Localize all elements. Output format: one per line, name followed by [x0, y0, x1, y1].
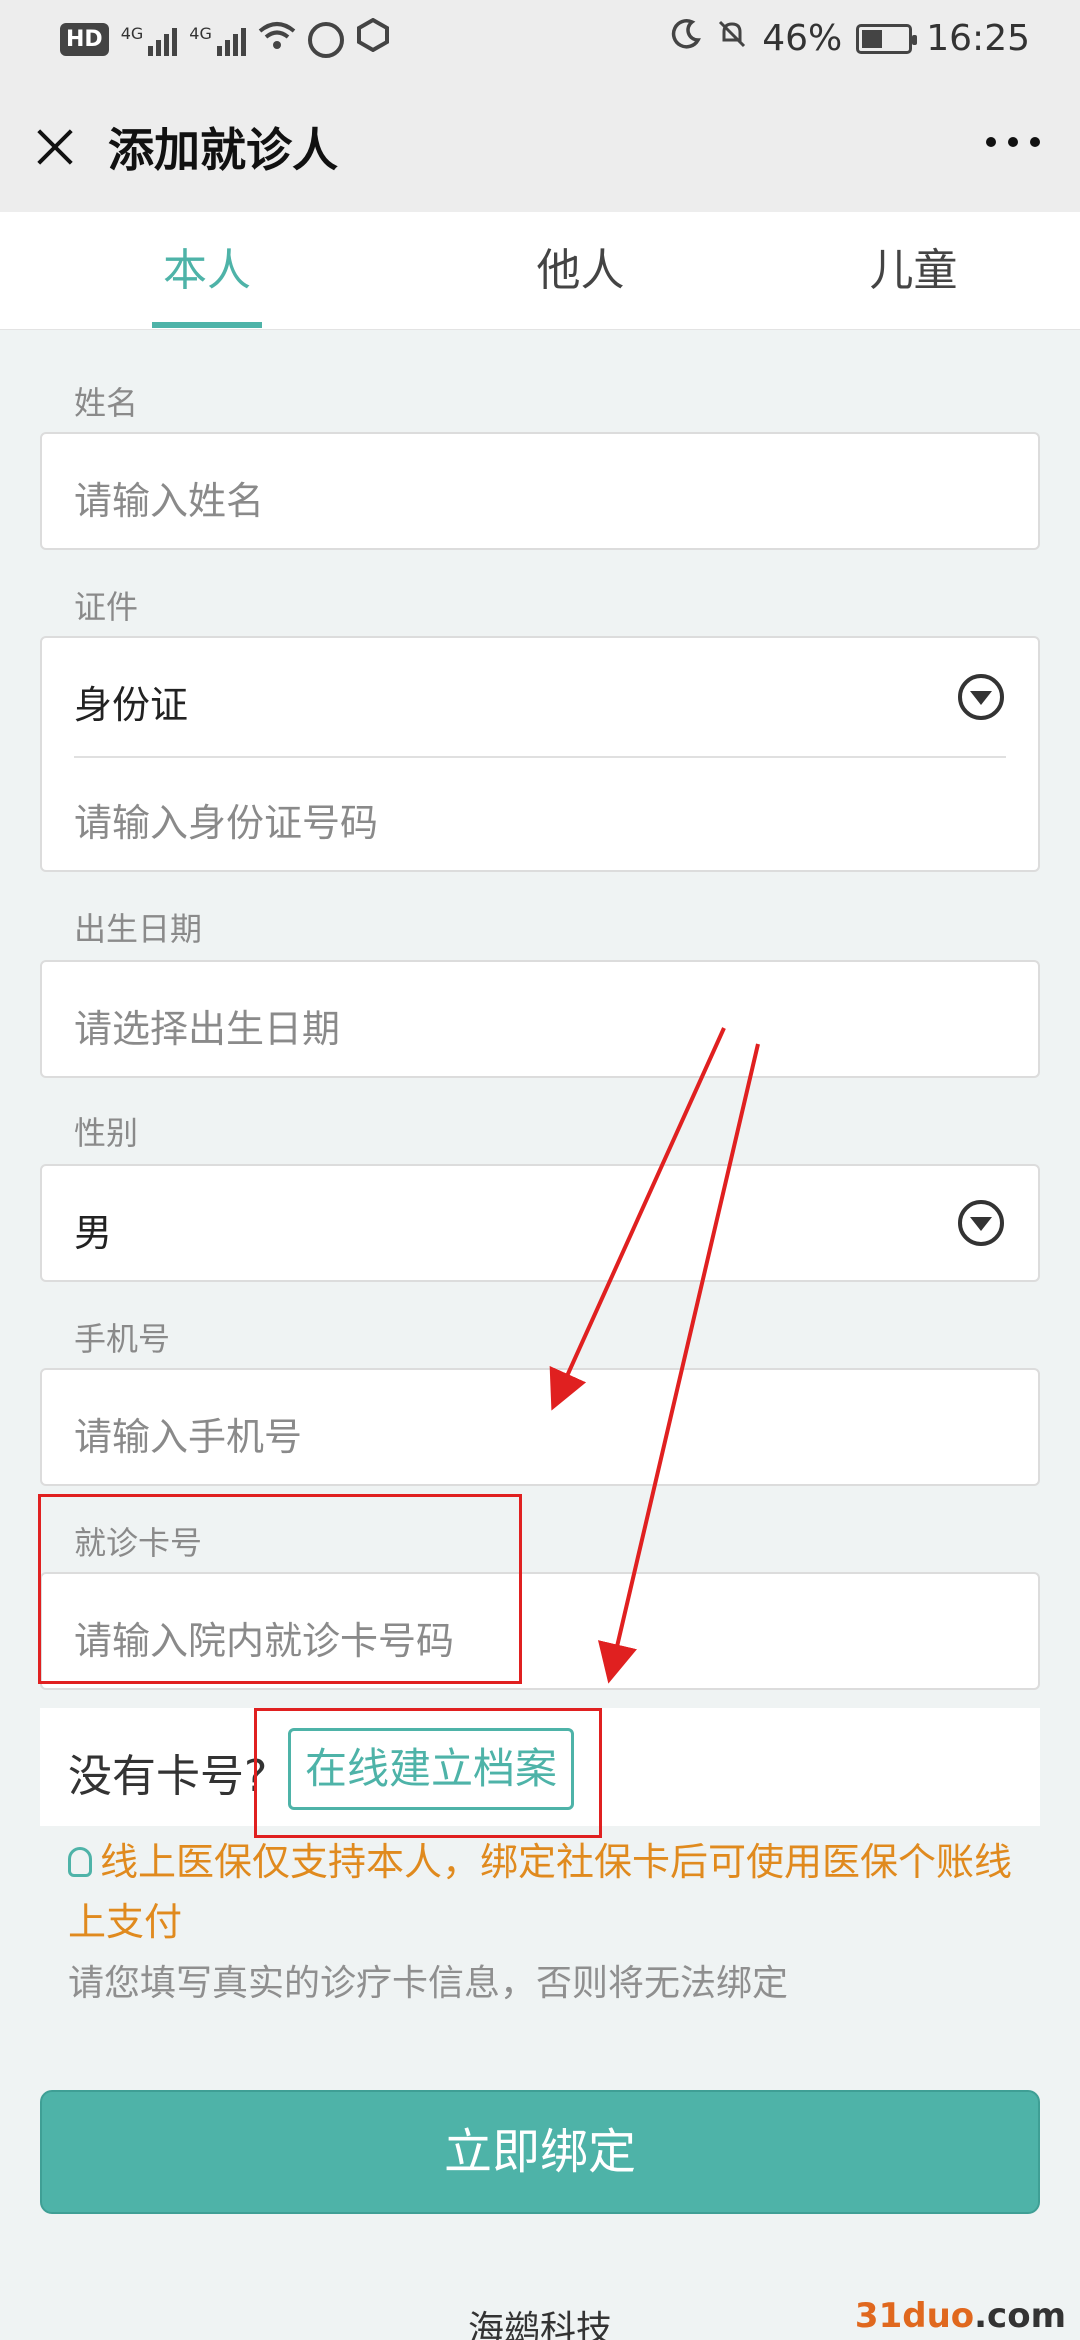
id-number-placeholder: 请输入身份证号码 [74, 801, 379, 845]
id-label: 证件 [74, 588, 139, 626]
close-icon[interactable] [30, 122, 80, 172]
title-bar: 添加就诊人 [0, 82, 1080, 212]
name-placeholder: 请输入姓名 [74, 479, 265, 523]
status-bar: HD 4G 4G 46% 16:25 [0, 0, 1080, 82]
more-menu-icon[interactable] [986, 137, 1040, 147]
name-field[interactable]: 请输入姓名 [40, 432, 1040, 550]
page-title: 添加就诊人 [108, 123, 338, 177]
name-label: 姓名 [74, 384, 139, 422]
wifi-icon [258, 19, 296, 60]
battery-percent: 46% [762, 18, 843, 59]
hand-icon [356, 17, 390, 61]
battery-icon [856, 23, 918, 54]
info-hint: 请您填写真实的诊疗卡信息，否则将无法绑定 [68, 1963, 789, 2004]
chevron-down-icon [958, 1200, 1004, 1246]
tab-others[interactable]: 他人 [414, 212, 747, 329]
hd-indicator: HD [60, 23, 109, 56]
chevron-down-icon [958, 674, 1004, 720]
gender-select[interactable]: 男 [40, 1164, 1040, 1282]
birth-placeholder: 请选择出生日期 [74, 1007, 341, 1051]
alarm-icon [307, 21, 344, 58]
signal-icon: 4G [121, 24, 178, 56]
clock-time: 16:25 [926, 18, 1030, 59]
id-type-value: 身份证 [74, 683, 189, 727]
signal-icon-2: 4G [189, 24, 246, 56]
insurance-notice: 线上医保仅支持本人，绑定社保卡后可使用医保个账线上支付 [68, 1832, 1028, 1952]
birth-label: 出生日期 [74, 910, 203, 948]
tab-children[interactable]: 儿童 [747, 212, 1080, 329]
bell-off-icon [716, 18, 748, 59]
phone-placeholder: 请输入手机号 [74, 1415, 303, 1459]
lightbulb-icon [68, 1847, 92, 1877]
moon-icon [670, 18, 702, 59]
gender-value: 男 [74, 1211, 113, 1255]
phone-field[interactable]: 请输入手机号 [40, 1368, 1040, 1486]
phone-label: 手机号 [74, 1320, 171, 1358]
watermark-suffix: .com [974, 2296, 1066, 2336]
tab-bar: 本人 他人 儿童 [0, 212, 1080, 330]
watermark: 31duo.com [855, 2296, 1066, 2336]
watermark-brand: 31duo [854, 2296, 975, 2336]
id-number-field[interactable]: 请输入身份证号码 [42, 758, 1038, 872]
id-group: 身份证 请输入身份证号码 [40, 636, 1040, 872]
id-type-select[interactable]: 身份证 [42, 638, 1038, 756]
insurance-notice-text: 线上医保仅支持本人，绑定社保卡后可使用医保个账线上支付 [68, 1840, 1013, 1944]
no-card-text: 没有卡号? [68, 1751, 268, 1802]
bind-now-button[interactable]: 立即绑定 [40, 2090, 1040, 2214]
annotation-box-create [254, 1708, 602, 1838]
annotation-box-card [38, 1494, 522, 1684]
tab-self[interactable]: 本人 [0, 212, 414, 329]
birth-date-field[interactable]: 请选择出生日期 [40, 960, 1040, 1078]
gender-label: 性别 [74, 1114, 139, 1152]
